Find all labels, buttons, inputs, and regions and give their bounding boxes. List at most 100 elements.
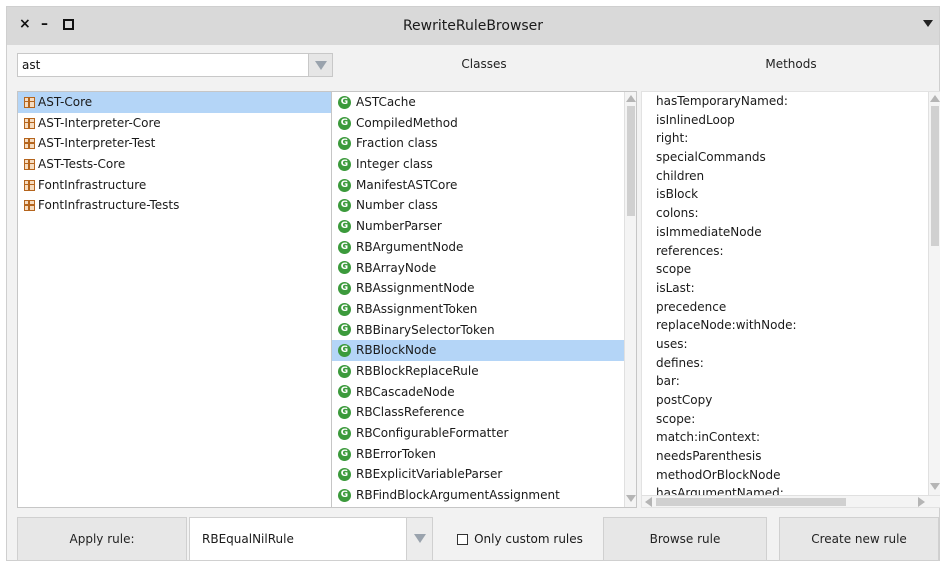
- method-item[interactable]: defines:: [642, 354, 940, 373]
- class-item[interactable]: G RBArgumentNode: [332, 237, 636, 258]
- method-list[interactable]: hasTemporaryNamed: isInlinedLoop right: spe…: [641, 91, 940, 508]
- scroll-thumb[interactable]: [656, 498, 846, 506]
- method-item[interactable]: isBlock: [642, 185, 940, 204]
- method-item[interactable]: hasTemporaryNamed:: [642, 92, 940, 111]
- package-item-label: AST-Tests-Core: [38, 157, 126, 172]
- method-item-label: hasTemporaryNamed:: [656, 94, 788, 108]
- package-item-label: AST-Core: [38, 95, 93, 109]
- scroll-thumb[interactable]: [627, 106, 635, 216]
- chevron-down-icon: [315, 61, 327, 70]
- package-item[interactable]: AST-Tests-Core: [18, 154, 332, 175]
- class-icon: G: [338, 426, 351, 440]
- method-item[interactable]: uses:: [642, 335, 940, 354]
- method-item-label: replaceNode:withNode:: [656, 318, 797, 333]
- method-item[interactable]: colons:: [642, 204, 940, 223]
- method-item[interactable]: postCopy: [642, 391, 940, 410]
- class-item[interactable]: G Fraction class: [332, 133, 636, 154]
- class-item[interactable]: G Integer class: [332, 154, 636, 175]
- class-item[interactable]: G RBArrayNode: [332, 258, 636, 279]
- package-item[interactable]: FontInfrastructure: [18, 175, 332, 196]
- class-item-label: RBArgumentNode: [356, 239, 464, 254]
- class-list-scrollbar[interactable]: [624, 92, 636, 507]
- create-new-rule-button[interactable]: Create new rule: [779, 517, 939, 561]
- class-item[interactable]: G RBExplicitVariableParser: [332, 464, 636, 485]
- class-item-label: RBExplicitVariableParser: [356, 467, 503, 482]
- package-item[interactable]: AST-Interpreter-Core: [18, 113, 332, 134]
- rule-select-dropdown-button[interactable]: [406, 518, 432, 560]
- class-item[interactable]: G CompiledMethod: [332, 113, 636, 134]
- package-filter-field[interactable]: [17, 53, 333, 77]
- class-item-label: RBClassReference: [356, 405, 465, 420]
- class-icon: G: [338, 447, 351, 461]
- title-bar[interactable]: × – RewriteRuleBrowser: [7, 7, 939, 45]
- class-item[interactable]: G RBAssignmentToken: [332, 299, 636, 320]
- scroll-down-icon[interactable]: [930, 483, 940, 490]
- method-item[interactable]: right:: [642, 129, 940, 148]
- class-icon: G: [338, 406, 351, 420]
- method-item[interactable]: specialCommands: [642, 148, 940, 167]
- method-item[interactable]: precedence: [642, 298, 940, 317]
- package-item-label: FontInfrastructure: [38, 177, 147, 192]
- method-item[interactable]: bar:: [642, 372, 940, 391]
- class-item[interactable]: G NumberParser: [332, 216, 636, 237]
- method-item[interactable]: children: [642, 167, 940, 186]
- method-item[interactable]: isLast:: [642, 279, 940, 298]
- method-item[interactable]: match:inContext:: [642, 428, 940, 447]
- class-item[interactable]: G RBCascadeNode: [332, 382, 636, 403]
- window-menu-arrow-icon[interactable]: [923, 20, 933, 27]
- rule-select[interactable]: RBEqualNilRule: [189, 517, 433, 561]
- class-item[interactable]: G RBBinarySelectorToken: [332, 320, 636, 341]
- class-item[interactable]: G RBFindBlockArgumentAssignment: [332, 485, 636, 506]
- method-item-label: isImmediateNode: [656, 224, 762, 239]
- package-icon: [24, 200, 35, 212]
- method-item[interactable]: scope: [642, 260, 940, 279]
- method-item[interactable]: needsParenthesis: [642, 447, 940, 466]
- browse-rule-button[interactable]: Browse rule: [603, 517, 767, 561]
- class-item-label: Fraction class: [356, 136, 438, 151]
- package-filter-input[interactable]: [18, 54, 308, 76]
- class-list[interactable]: G ASTCache G CompiledMethod G Fraction class G…: [331, 91, 637, 508]
- class-item-label: Number class: [356, 198, 438, 213]
- scroll-down-icon[interactable]: [626, 495, 636, 502]
- class-item[interactable]: G RBAssignmentNode: [332, 278, 636, 299]
- method-item-label: scope: [656, 262, 692, 277]
- class-item[interactable]: G RBConfigurableFormatter: [332, 423, 636, 444]
- method-item[interactable]: isInlinedLoop: [642, 111, 940, 130]
- class-item[interactable]: G RBBlockNode: [332, 340, 636, 361]
- package-item[interactable]: AST-Core: [18, 92, 332, 113]
- method-item-label: bar:: [656, 374, 680, 389]
- scroll-thumb[interactable]: [931, 106, 939, 246]
- method-item[interactable]: methodOrBlockNode: [642, 466, 940, 485]
- class-icon: G: [338, 219, 351, 233]
- class-item[interactable]: G RBClassReference: [332, 402, 636, 423]
- scroll-right-icon[interactable]: [918, 497, 925, 507]
- class-icon: G: [338, 261, 351, 275]
- method-list-hscrollbar[interactable]: [642, 495, 940, 507]
- class-item-label: ManifestASTCore: [356, 177, 458, 192]
- package-item-label: AST-Interpreter-Test: [38, 136, 156, 151]
- method-item[interactable]: isImmediateNode: [642, 223, 940, 242]
- package-filter-dropdown-button[interactable]: [308, 54, 332, 76]
- method-item-label: methodOrBlockNode: [656, 467, 781, 482]
- package-item-label: AST-Interpreter-Core: [38, 115, 161, 130]
- package-item[interactable]: AST-Interpreter-Test: [18, 133, 332, 154]
- class-item[interactable]: G Number class: [332, 195, 636, 216]
- class-item-label: Integer class: [356, 157, 433, 172]
- package-item[interactable]: FontInfrastructure-Tests: [18, 195, 332, 216]
- method-list-scrollbar[interactable]: [928, 92, 940, 495]
- class-item[interactable]: G ASTCache: [332, 92, 636, 113]
- class-item[interactable]: G RBErrorToken: [332, 444, 636, 465]
- package-list[interactable]: AST-Core AST-Interpreter-Core AST-Interpre…: [17, 91, 333, 508]
- only-custom-rules-checkbox[interactable]: [457, 533, 469, 545]
- class-item[interactable]: G ManifestASTCore: [332, 175, 636, 196]
- method-item[interactable]: replaceNode:withNode:: [642, 316, 940, 335]
- scroll-left-icon[interactable]: [645, 497, 652, 507]
- class-item[interactable]: G RBBlockReplaceRule: [332, 361, 636, 382]
- scroll-up-icon[interactable]: [626, 95, 636, 102]
- method-item[interactable]: references:: [642, 242, 940, 261]
- apply-rule-button[interactable]: Apply rule:: [17, 517, 187, 561]
- scroll-up-icon[interactable]: [930, 95, 940, 102]
- class-item-label: RBConfigurableFormatter: [356, 426, 509, 440]
- only-custom-rules-toggle[interactable]: Only custom rules: [437, 517, 603, 561]
- method-item[interactable]: scope:: [642, 410, 940, 429]
